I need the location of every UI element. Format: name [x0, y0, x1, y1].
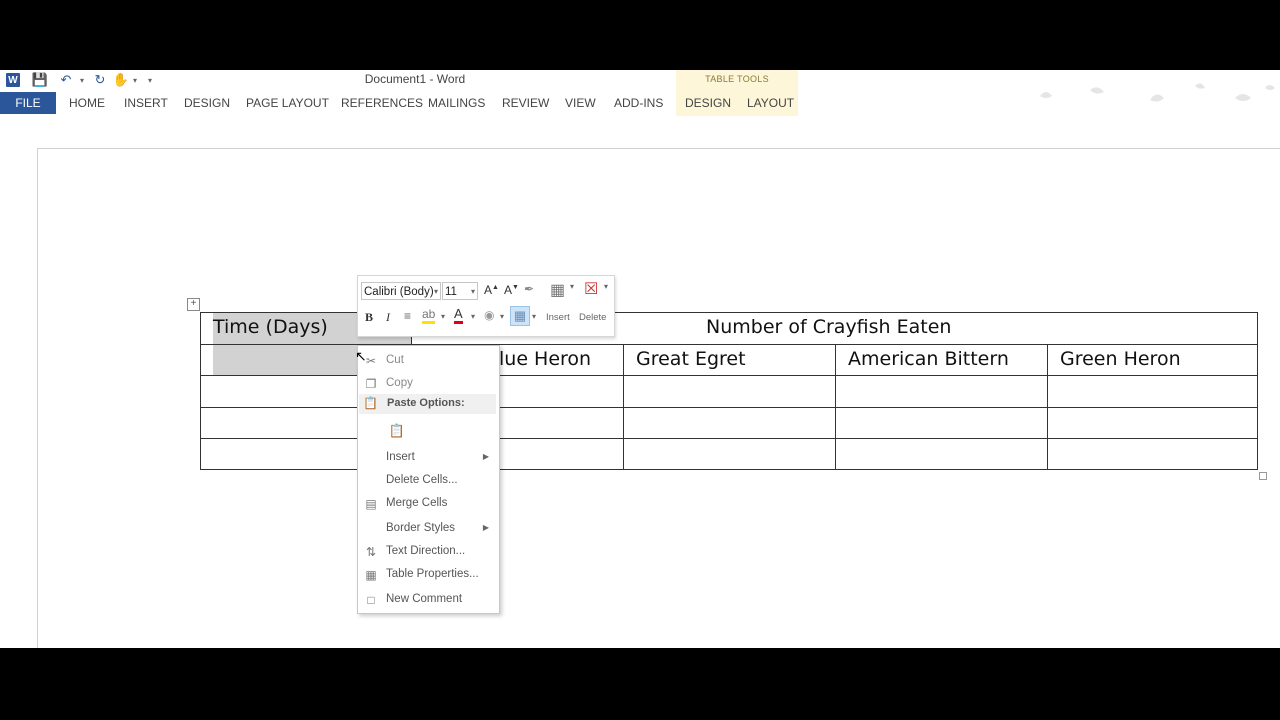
tab-insert[interactable]: INSERT [124, 92, 168, 114]
menu-label: Copy [386, 377, 413, 389]
menu-label: Paste Options: [387, 397, 465, 409]
menu-item-new-comment[interactable]: □ New Comment [358, 589, 497, 611]
menu-label: Border Styles [386, 522, 456, 534]
menu-label: Merge Cells [386, 497, 448, 509]
font-size-box[interactable]: 11 ▾ [442, 282, 478, 300]
menu-item-text-direction[interactable]: ⇅ Text Direction... [358, 541, 497, 563]
tab-table-design[interactable]: DESIGN [685, 92, 731, 114]
tab-view[interactable]: VIEW [565, 92, 596, 114]
table-resize-handle[interactable] [1259, 472, 1267, 480]
italic-button[interactable]: I [386, 310, 390, 325]
table-properties-icon: ▦ [365, 568, 377, 582]
menu-label: New Comment [386, 593, 463, 605]
ribbon-decoration [1040, 83, 1275, 102]
header-american-bittern[interactable]: American Bittern [848, 348, 1009, 370]
tab-review[interactable]: REVIEW [502, 92, 549, 114]
tab-add-ins[interactable]: ADD-INS [614, 92, 663, 114]
word-window: W 💾 ↶ ▾ ↻ ✋ ▾ ▾ Document1 - Word TABLE T… [0, 70, 1280, 648]
menu-item-border-styles[interactable]: Border Styles ▶ [358, 518, 497, 540]
menu-item-copy[interactable]: ❐ Copy [358, 373, 497, 395]
table-move-handle[interactable]: + [187, 298, 200, 311]
shrink-font-icon[interactable]: A▼ [504, 283, 519, 297]
chevron-down-icon: ▾ [470, 287, 475, 296]
font-color-icon[interactable]: A [454, 307, 463, 324]
table-tools-label: TABLE TOOLS [705, 74, 769, 84]
chevron-down-icon[interactable]: ▾ [532, 312, 536, 321]
chevron-down-icon[interactable]: ▾ [604, 282, 608, 291]
center-align-icon[interactable]: ≡ [404, 309, 411, 323]
chevron-right-icon: ▶ [482, 452, 489, 461]
menu-label: Text Direction... [386, 545, 466, 557]
merge-cells-icon: ▤ [365, 497, 377, 511]
copy-icon: ❐ [365, 377, 377, 391]
tab-page-layout[interactable]: PAGE LAYOUT [246, 92, 329, 114]
highlight-color-icon[interactable]: ab [422, 308, 436, 324]
tab-mailings[interactable]: MAILINGS [428, 92, 485, 114]
menu-label: Table Properties... [386, 568, 479, 580]
header-blue-heron[interactable]: lue Heron [499, 348, 591, 370]
col-divider [623, 344, 624, 469]
menu-label: Insert [386, 451, 415, 463]
format-painter-icon[interactable]: ✒ [524, 282, 534, 296]
menu-item-table-properties[interactable]: ▦ Table Properties... [358, 564, 497, 586]
grow-font-icon[interactable]: A▲ [484, 283, 499, 297]
menu-item-insert[interactable]: Insert ▶ [358, 447, 497, 469]
chevron-down-icon[interactable]: ▾ [471, 312, 475, 321]
col-divider [835, 344, 836, 469]
text-direction-icon: ⇅ [365, 545, 377, 559]
col-divider [1047, 344, 1048, 469]
borders-icon[interactable]: ▦ [510, 306, 530, 326]
bold-button[interactable]: B [365, 310, 373, 325]
menu-item-delete-cells[interactable]: Delete Cells... [358, 470, 497, 492]
tab-design[interactable]: DESIGN [184, 92, 230, 114]
menu-item-merge-cells[interactable]: ▤ Merge Cells [358, 493, 497, 515]
comment-icon: □ [367, 593, 375, 607]
tab-table-layout[interactable]: LAYOUT [747, 92, 794, 114]
clipboard-icon: 📋 [363, 396, 378, 410]
delete-table-icon[interactable]: ☒ [584, 279, 598, 299]
context-menu: ✂ Cut ❐ Copy 📋 Paste Options: 📋 Insert ▶… [357, 345, 500, 614]
font-name-box[interactable]: Calibri (Body) ▾ [361, 282, 441, 300]
selected-cell-highlight-2 [213, 345, 359, 375]
paste-keep-text-icon[interactable]: 📋 [388, 423, 406, 441]
font-name-value: Calibri (Body) [364, 286, 434, 298]
font-size-value: 11 [445, 286, 457, 298]
menu-label: Cut [386, 354, 404, 366]
paste-options-header: 📋 Paste Options: [359, 394, 496, 414]
tab-references[interactable]: REFERENCES [341, 92, 423, 114]
tab-file[interactable]: FILE [0, 92, 56, 114]
chevron-down-icon[interactable]: ▾ [500, 312, 504, 321]
shading-icon[interactable]: ◉ [484, 308, 494, 322]
header-number-of-crayfish[interactable]: Number of Crayfish Eaten [706, 316, 951, 338]
delete-label: Delete [579, 312, 607, 323]
mini-toolbar: Calibri (Body) ▾ 11 ▾ A▲ A▼ ✒ ▦ ▾ ☒ ▾ B I … [357, 275, 615, 337]
header-time-days[interactable]: Time (Days) [213, 316, 328, 338]
tab-home[interactable]: HOME [69, 92, 105, 114]
insert-table-icon[interactable]: ▦ [550, 280, 565, 300]
header-great-egret[interactable]: Great Egret [636, 348, 746, 370]
menu-item-cut[interactable]: ✂ Cut [358, 350, 497, 372]
chevron-down-icon[interactable]: ▾ [570, 282, 574, 291]
menu-label: Delete Cells... [386, 474, 458, 486]
mouse-cursor-icon: ↖ [355, 348, 367, 364]
chevron-right-icon: ▶ [482, 523, 489, 532]
header-green-heron[interactable]: Green Heron [1060, 348, 1181, 370]
insert-label: Insert [546, 312, 570, 323]
chevron-down-icon: ▾ [433, 287, 438, 296]
chevron-down-icon[interactable]: ▾ [441, 312, 445, 321]
